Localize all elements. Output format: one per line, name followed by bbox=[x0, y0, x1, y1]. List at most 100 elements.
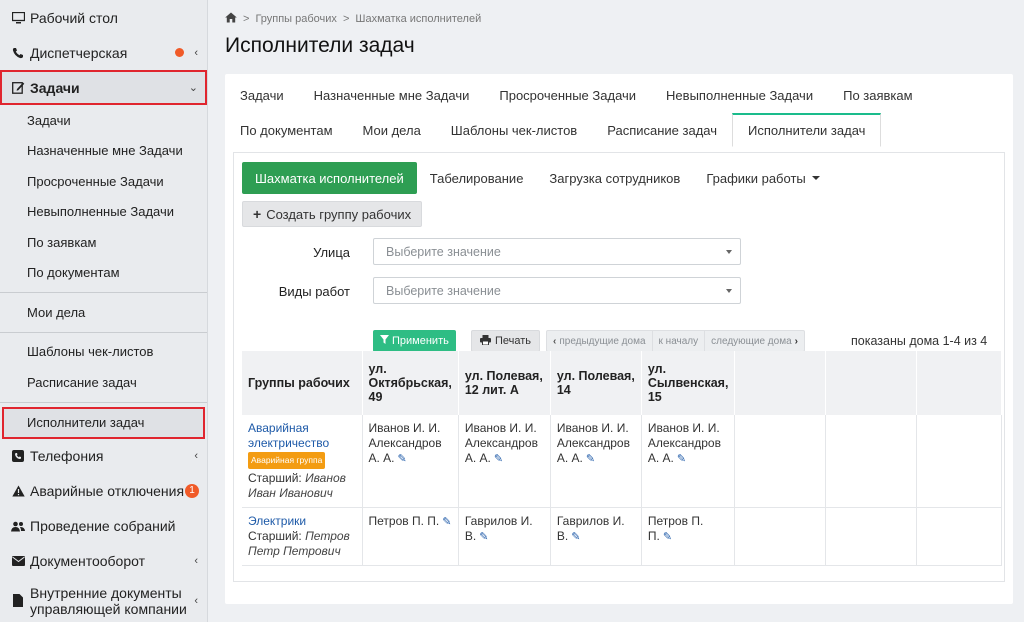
street-select[interactable]: Выберите значение bbox=[373, 238, 741, 265]
pencil-icon[interactable]: ✎ bbox=[494, 453, 503, 465]
sidebar-item-assigned[interactable]: Назначенные мне Задачи bbox=[0, 136, 207, 167]
worktype-label: Виды работ bbox=[278, 284, 350, 299]
nav-internal-docs[interactable]: Внутренние документы управляющей компани… bbox=[0, 579, 207, 622]
nav-internal-docs-label: Внутренние документы управляющей компани… bbox=[30, 584, 187, 617]
sidebar-item-label: Назначенные мне Задачи bbox=[27, 143, 183, 159]
pencil-icon[interactable]: ✎ bbox=[677, 453, 686, 465]
pencil-icon[interactable]: ✎ bbox=[571, 531, 580, 543]
nav-telephony[interactable]: Телефония ‹ bbox=[0, 439, 207, 474]
sidebar-item-by-requests[interactable]: По заявкам bbox=[0, 227, 207, 258]
nav-desktop[interactable]: Рабочий стол bbox=[0, 0, 207, 35]
envelope-icon bbox=[10, 556, 26, 566]
pill-chessboard[interactable]: Шахматка исполнителей bbox=[242, 162, 417, 194]
tab-overdue[interactable]: Просроченные Задачи bbox=[484, 78, 651, 112]
empty-cell bbox=[734, 415, 827, 508]
tab-my-affairs[interactable]: Мои дела bbox=[348, 113, 436, 147]
notification-dot bbox=[175, 48, 184, 57]
file-icon bbox=[10, 594, 26, 607]
sidebar-item-label: По заявкам bbox=[27, 234, 97, 250]
nav-outages-label: Аварийные отключения bbox=[30, 483, 185, 499]
create-group-button[interactable]: + Создать группу рабочих bbox=[242, 201, 423, 227]
sidebar-item-label: Шаблоны чек-листов bbox=[27, 344, 154, 360]
sidebar-item-label: Мои дела bbox=[27, 304, 86, 320]
nav-outages[interactable]: Аварийные отключения 1 bbox=[0, 474, 207, 509]
tab-assigned[interactable]: Назначенные мне Задачи bbox=[299, 78, 485, 112]
pager: ‹ предыдущие дома к началу следующие дома… bbox=[546, 330, 805, 352]
divider bbox=[0, 401, 207, 403]
caret-down-icon bbox=[811, 176, 820, 180]
tab-by-requests[interactable]: По заявкам bbox=[828, 78, 927, 112]
pill-workload[interactable]: Загрузка сотрудников bbox=[536, 162, 693, 194]
nav-tasks[interactable]: Задачи ⌄ bbox=[0, 70, 207, 105]
pager-start[interactable]: к началу bbox=[653, 331, 706, 351]
pencil-icon[interactable]: ✎ bbox=[663, 531, 672, 543]
worktype-select[interactable]: Выберите значение bbox=[373, 277, 741, 304]
sidebar-item-by-documents[interactable]: По документам bbox=[0, 258, 207, 289]
nav-telephony-label: Телефония bbox=[30, 448, 104, 464]
column-header: ул. Полевая, 12 лит. А bbox=[458, 351, 551, 415]
sidebar-item-tasks[interactable]: Задачи bbox=[0, 105, 207, 136]
assignment-cell[interactable]: Петров П. П. ✎ bbox=[362, 507, 459, 566]
warning-icon bbox=[10, 485, 26, 497]
tab-unfinished[interactable]: Невыполненные Задачи bbox=[651, 78, 828, 112]
users-icon bbox=[10, 521, 26, 532]
table-row: Электрики Старший: Петров Петр Петрович … bbox=[242, 507, 1002, 566]
empty-cell bbox=[916, 415, 1002, 508]
cell-names: Петров П. П. bbox=[647, 514, 704, 543]
pill-timesheet[interactable]: Табелирование bbox=[417, 162, 537, 194]
chevron-left-icon: ‹ bbox=[194, 555, 198, 567]
pencil-icon[interactable]: ✎ bbox=[398, 453, 407, 465]
sidebar-item-my-affairs[interactable]: Мои дела bbox=[0, 297, 207, 328]
pencil-icon[interactable]: ✎ bbox=[442, 516, 451, 528]
sidebar-item-executors[interactable]: Исполнители задач bbox=[2, 406, 205, 439]
assignment-cell[interactable]: Иванов И. И. Александров А. А. ✎ bbox=[550, 415, 642, 508]
nav-docflow[interactable]: Документооборот ‹ bbox=[0, 544, 207, 579]
cell-names: Гаврилов И. В. bbox=[556, 514, 625, 543]
notification-badge: 1 bbox=[185, 483, 199, 498]
assignment-cell[interactable]: Гаврилов И. В. ✎ bbox=[458, 507, 551, 566]
nav-dispatch[interactable]: Диспетчерская ‹ bbox=[0, 35, 207, 70]
senior-label: Старший: bbox=[248, 471, 302, 485]
apply-button[interactable]: Применить bbox=[373, 330, 456, 352]
print-button[interactable]: Печать bbox=[471, 330, 541, 352]
group-link[interactable]: Аварийная электричество bbox=[248, 421, 356, 451]
assignment-cell[interactable]: Петров П. П. ✎ bbox=[641, 507, 736, 566]
tab-tasks[interactable]: Задачи bbox=[225, 78, 299, 112]
edit-icon bbox=[10, 81, 26, 94]
sidebar-item-overdue[interactable]: Просроченные Задачи bbox=[0, 166, 207, 197]
sidebar-item-schedule[interactable]: Расписание задач bbox=[0, 367, 207, 398]
pager-prev[interactable]: ‹ предыдущие дома bbox=[547, 331, 653, 351]
empty-cell bbox=[825, 507, 918, 566]
pagination-status: показаны дома 1-4 из 4 bbox=[851, 334, 988, 348]
street-placeholder: Выберите значение bbox=[386, 244, 501, 259]
empty-cell bbox=[825, 415, 918, 508]
pill-schedules-label: Графики работы bbox=[706, 170, 806, 186]
sidebar-item-unfinished[interactable]: Невыполненные Задачи bbox=[0, 197, 207, 228]
breadcrumb-groups[interactable]: Группы рабочих bbox=[255, 13, 337, 25]
assignment-cell[interactable]: Иванов И. И. Александров А. А. ✎ bbox=[641, 415, 736, 508]
tab-executors[interactable]: Исполнители задач bbox=[732, 113, 882, 147]
pager-next[interactable]: следующие дома › bbox=[705, 331, 804, 351]
nav-meetings-label: Проведение собраний bbox=[30, 518, 176, 534]
tab-checklists[interactable]: Шаблоны чек-листов bbox=[436, 113, 592, 147]
street-label: Улица bbox=[313, 245, 350, 260]
nav-meetings[interactable]: Проведение собраний bbox=[0, 509, 207, 544]
assignment-cell[interactable]: Гаврилов И. В. ✎ bbox=[550, 507, 642, 566]
tab-by-documents[interactable]: По документам bbox=[225, 113, 348, 147]
assignment-cell[interactable]: Иванов И. И. Александров А. А. ✎ bbox=[458, 415, 551, 508]
pencil-icon[interactable]: ✎ bbox=[479, 531, 488, 543]
print-icon bbox=[480, 334, 491, 348]
group-link[interactable]: Электрики bbox=[248, 514, 356, 529]
pill-schedules[interactable]: Графики работы bbox=[693, 162, 832, 194]
nav-dispatch-label: Диспетчерская bbox=[30, 44, 128, 61]
pencil-icon[interactable]: ✎ bbox=[586, 453, 595, 465]
sidebar-item-checklists[interactable]: Шаблоны чек-листов bbox=[0, 337, 207, 368]
cell-names: Гаврилов И. В. bbox=[464, 514, 533, 543]
tab-schedule[interactable]: Расписание задач bbox=[592, 113, 732, 147]
assignment-cell[interactable]: Иванов И. И. Александров А. А. ✎ bbox=[362, 415, 459, 508]
divider bbox=[0, 331, 207, 333]
chessboard-table: Группы рабочих ул. Октябрьская, 49 ул. П… bbox=[242, 351, 1002, 566]
pager-next-label: следующие дома bbox=[711, 335, 792, 347]
home-icon[interactable] bbox=[225, 12, 237, 26]
page-title: Исполнители задач bbox=[225, 34, 415, 57]
